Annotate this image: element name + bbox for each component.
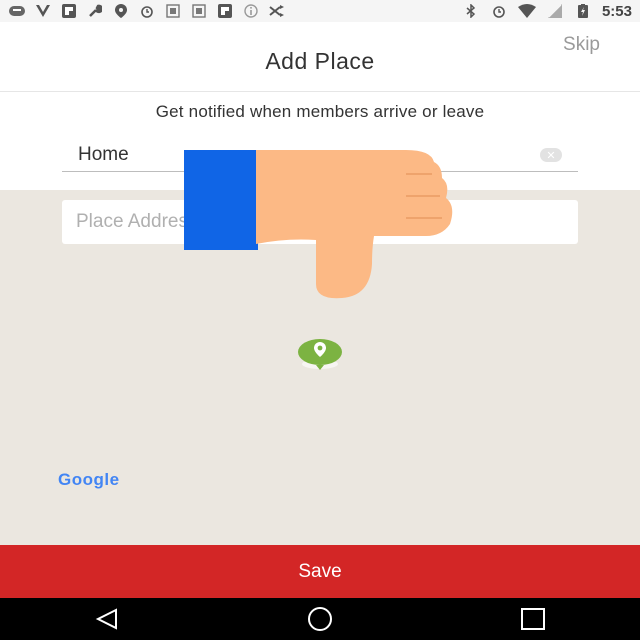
- shuffle-icon: [268, 4, 286, 18]
- signal-icon: [546, 4, 564, 18]
- google-logo-text: Google: [58, 470, 120, 489]
- thumbs-down-icon: [256, 144, 456, 304]
- skip-button[interactable]: Skip: [563, 34, 600, 56]
- image-icon: [190, 4, 208, 18]
- v-icon: [34, 4, 52, 18]
- alarm-icon: [138, 4, 156, 18]
- navigation-bar: [0, 598, 640, 640]
- wifi-icon: [517, 4, 536, 18]
- blue-overlay-bar: [184, 150, 258, 250]
- page-title: Add Place: [265, 48, 375, 74]
- status-bar: 5:53: [0, 0, 640, 22]
- battery-charging-icon: [574, 4, 592, 18]
- save-button[interactable]: Save: [0, 545, 640, 598]
- keyboard-icon: [8, 4, 26, 18]
- info-icon: [242, 4, 260, 18]
- location-icon: [112, 4, 130, 18]
- flipboard-icon: [216, 4, 234, 18]
- image-icon: [164, 4, 182, 18]
- back-icon[interactable]: [77, 598, 137, 640]
- app-header: Add Place Skip: [0, 22, 640, 92]
- status-bar-system: 5:53: [462, 3, 632, 20]
- status-bar-time: 5:53: [601, 2, 632, 20]
- bluetooth-icon: [462, 4, 480, 18]
- alarm-icon: [490, 4, 508, 18]
- google-attribution: Google: [58, 470, 120, 490]
- home-icon[interactable]: [290, 598, 350, 640]
- status-bar-notifications: [8, 4, 286, 18]
- form-subtitle: Get notified when members arrive or leav…: [155, 102, 485, 121]
- flipboard-icon: [60, 4, 78, 18]
- recents-icon[interactable]: [503, 598, 563, 640]
- wrench-icon: [86, 4, 104, 18]
- clear-icon[interactable]: ✕: [540, 148, 562, 162]
- map-pin-icon: [296, 336, 344, 372]
